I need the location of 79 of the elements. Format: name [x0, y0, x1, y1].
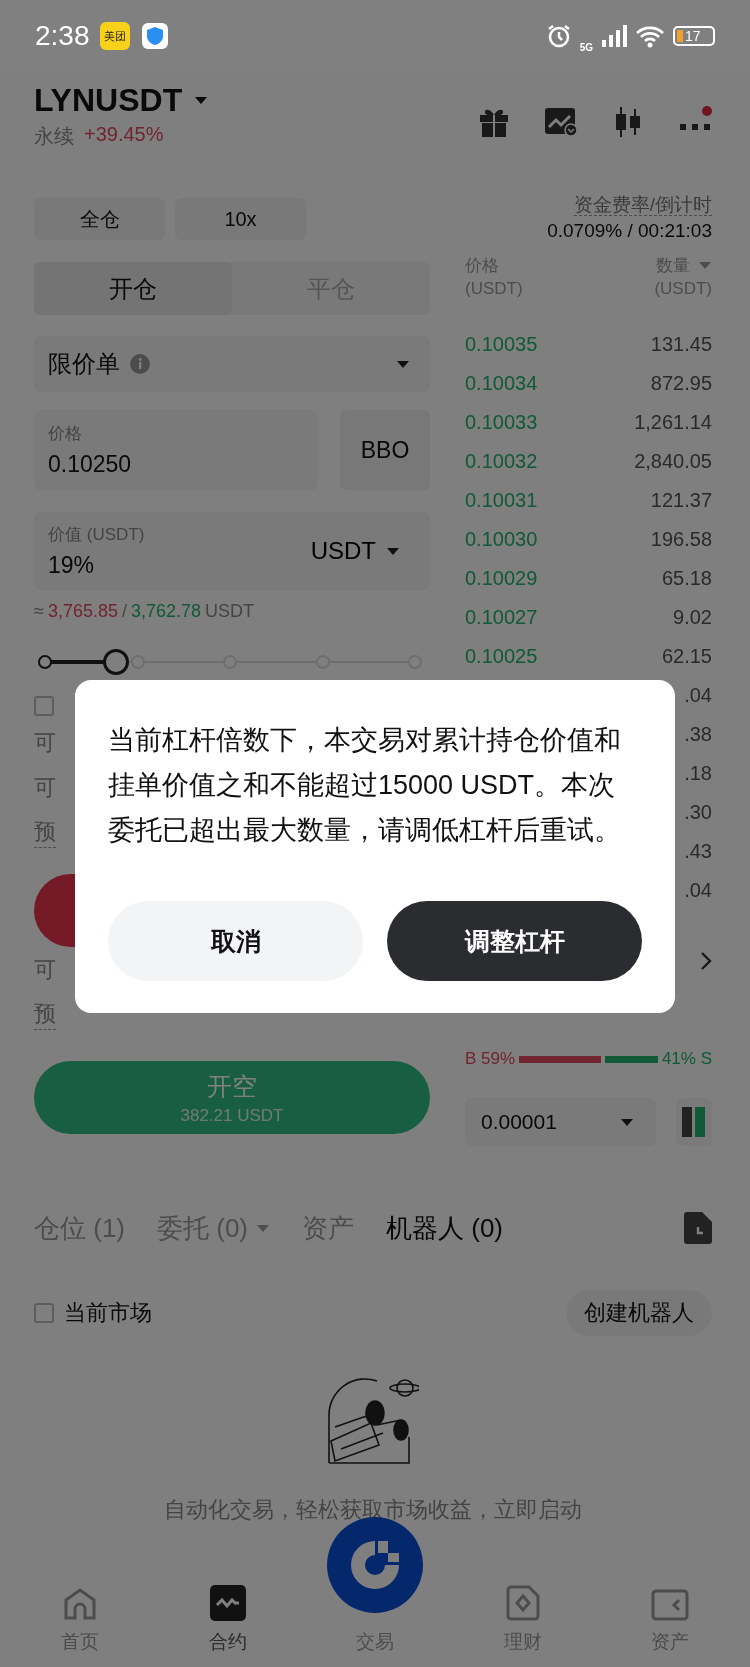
ask-price: 0.10035 [465, 333, 538, 356]
pair-symbol[interactable]: LYNUSDT [34, 82, 183, 119]
caret-icon [698, 261, 712, 270]
ask-price: 0.10034 [465, 372, 538, 395]
ask-amount: .30 [684, 801, 712, 824]
margin-button[interactable]: 全仓 [34, 198, 165, 240]
ask-amount: 65.18 [661, 567, 712, 590]
sell-estimate: 3,762.78 [131, 600, 202, 622]
ask-price: 0.10027 [465, 606, 538, 629]
field-label: 预 [34, 817, 56, 848]
checkbox[interactable] [34, 1303, 54, 1323]
wifi-icon [635, 24, 665, 48]
ask-price: 0.10031 [465, 489, 538, 512]
ask-amount: 872.95 [650, 372, 712, 395]
shield-icon [145, 26, 164, 46]
ask-amount: .04 [684, 684, 712, 707]
battery-icon: 17 [673, 26, 715, 46]
create-bot-button[interactable]: 创建机器人 [566, 1290, 712, 1336]
unit-dropdown[interactable]: USDT [304, 536, 406, 566]
caret-icon [396, 359, 410, 369]
ask-price: 0.10025 [465, 645, 538, 668]
caret-icon [194, 96, 209, 105]
ask-amount: 1,261.14 [634, 411, 712, 434]
ask-amount: 131.45 [650, 333, 712, 356]
dialog-message: 当前杠杆倍数下，本交易对累计持仓价值和挂单价值之和不能超过15000 USDT。本次委托已超出最大数量，请调低杠杆后重试。 [108, 724, 622, 847]
ask-price: 0.10029 [465, 567, 538, 590]
checkbox[interactable] [34, 696, 54, 716]
ask-price: 0.10033 [465, 411, 538, 434]
field-label: 可 [34, 728, 56, 757]
ask-amount: 196.58 [650, 528, 712, 551]
ask-amount: .04 [684, 879, 712, 902]
buy-estimate: 3,765.85 [47, 600, 118, 622]
separator: / [121, 600, 127, 622]
adjust-leverage-button[interactable]: 调整杠杆 [387, 901, 642, 981]
field-label: 预 [34, 999, 56, 1030]
margin-button[interactable]: 10x [175, 198, 306, 240]
chevron-right-icon[interactable] [700, 951, 712, 971]
home-icon [63, 1587, 97, 1621]
precision-dropdown[interactable]: 0.00001 [465, 1098, 656, 1146]
funding-rate-label: 资金费率/倒计时 [573, 194, 712, 216]
ask-amount: .43 [684, 840, 712, 863]
app-badge: 美团 [99, 22, 130, 50]
caret-icon [386, 546, 400, 556]
signal-icon [601, 24, 627, 48]
position-tab[interactable]: 机器人 (0) [386, 1210, 503, 1246]
ask-amount: 121.37 [650, 489, 712, 512]
info-icon[interactable] [130, 354, 150, 374]
ask-amount: .18 [684, 762, 712, 785]
sell-ratio: 41% S [661, 1049, 712, 1069]
price-change: +39.45% [84, 123, 164, 147]
field-label: 可 [34, 773, 56, 802]
clock-time: 2:38 [35, 20, 90, 52]
ask-amount: 2,840.05 [634, 450, 712, 473]
history-icon[interactable] [684, 1212, 712, 1244]
ask-price: 0.10032 [465, 450, 538, 473]
buy-ratio: B 59% [465, 1049, 516, 1069]
bbo-button[interactable]: BBO [340, 410, 430, 490]
network-label: 5G [579, 41, 593, 53]
layout-icon[interactable] [682, 1107, 706, 1137]
ask-amount: 62.15 [661, 645, 712, 668]
order-tab[interactable]: 开仓 [34, 262, 232, 315]
diamond-icon [505, 1585, 540, 1621]
pulse-icon [209, 1585, 246, 1621]
cancel-button[interactable]: 取消 [108, 901, 363, 981]
order-type-dropdown[interactable]: 限价单 [34, 336, 430, 392]
chart-icon[interactable] [544, 107, 578, 137]
funding-rate-value: 0.0709% / 00:21:03 [546, 219, 712, 243]
field-label: 可 [34, 955, 56, 984]
ask-price: 0.10030 [465, 528, 538, 551]
ask-amount: 9.02 [673, 606, 712, 629]
filter-label: 当前市场 [64, 1299, 152, 1327]
slider-thumb[interactable] [103, 649, 130, 675]
market-type: 永续 [34, 124, 74, 149]
unit-label: USDT [205, 600, 255, 622]
caret-icon [620, 1117, 634, 1127]
wallet-icon [651, 1589, 689, 1621]
approx-sign: ≈ [34, 600, 44, 622]
nav-tab[interactable]: 合约 [167, 1585, 288, 1655]
ask-amount: .38 [684, 723, 712, 746]
